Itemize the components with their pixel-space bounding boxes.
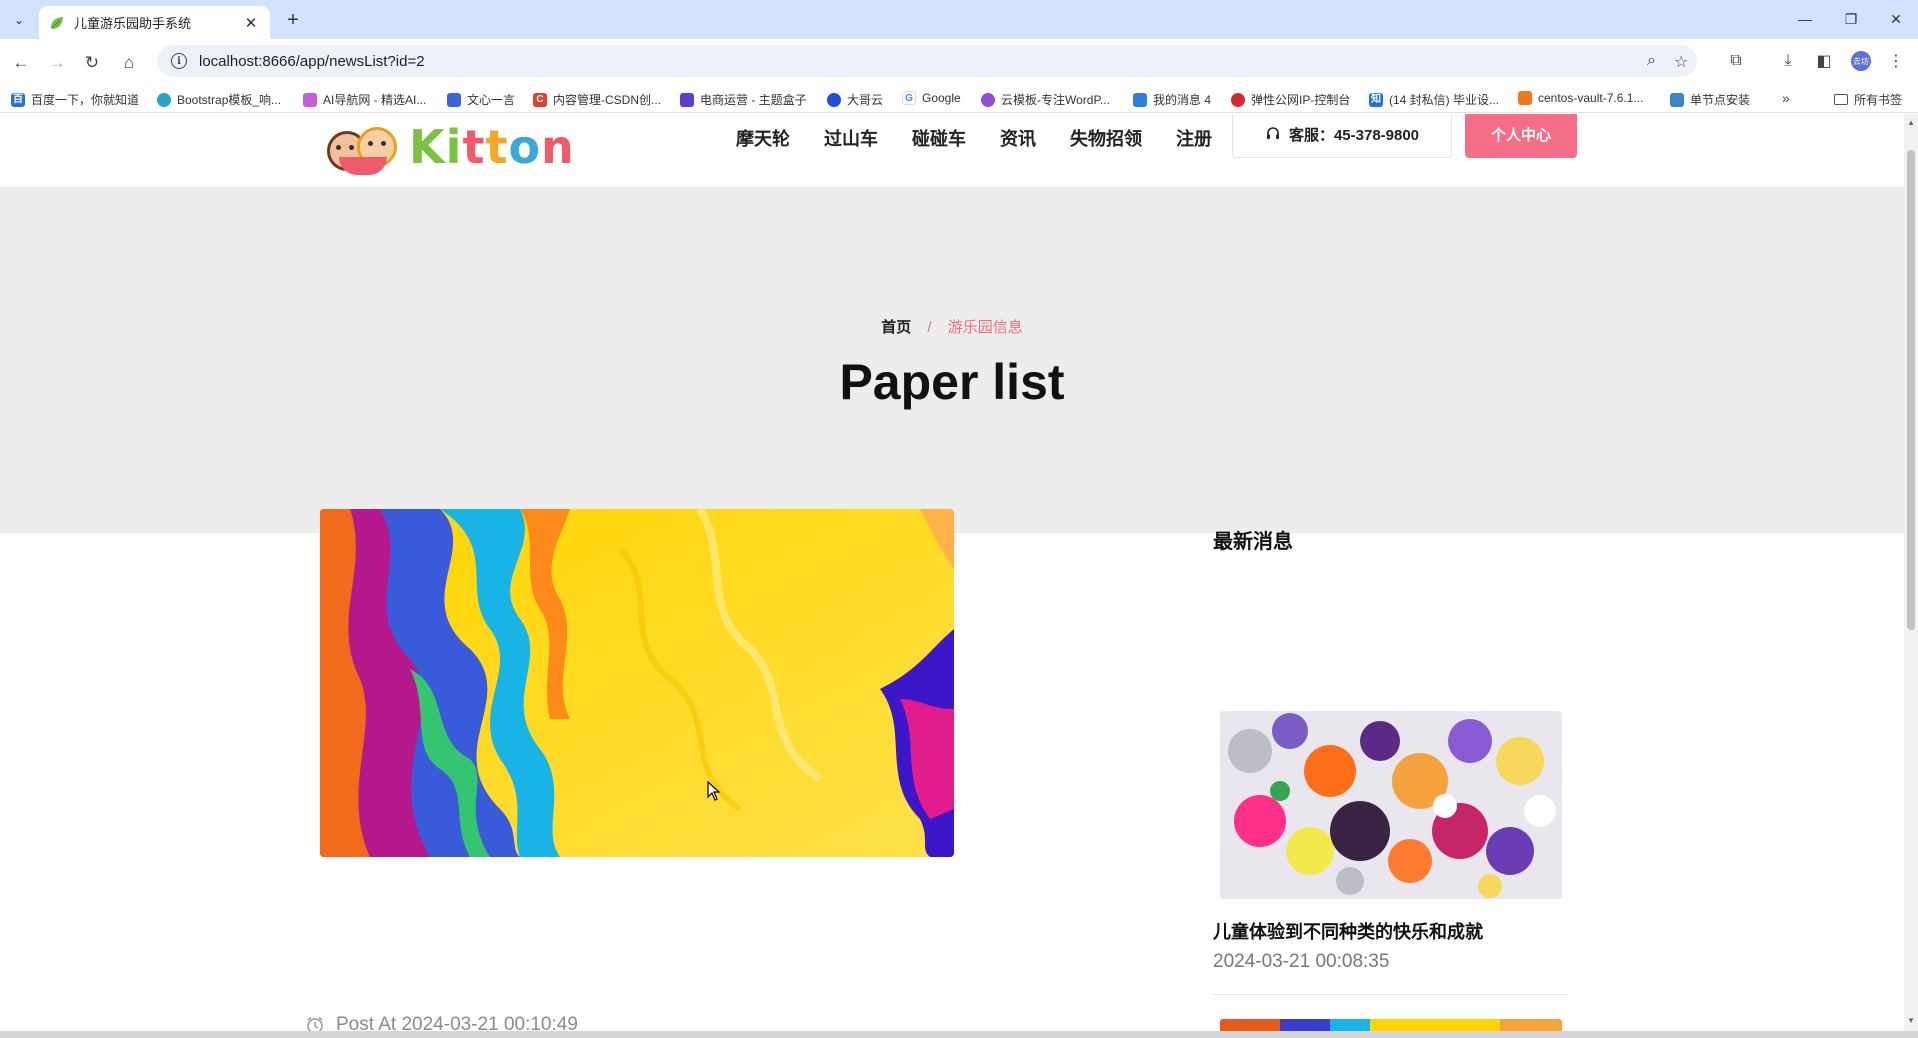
tab-search-icon[interactable]: ⌄ — [8, 9, 30, 31]
breadcrumb-separator: / — [927, 319, 932, 336]
layers-icon — [1670, 92, 1684, 107]
bookmark-item[interactable]: 我的消息 4 — [1133, 91, 1211, 108]
scroll-up-icon[interactable]: ▲ — [1906, 118, 1916, 128]
user-center-button[interactable]: 个人中心 — [1465, 114, 1577, 158]
wenxin-icon — [447, 92, 461, 107]
breadcrumb: 首页 / 游乐园信息 — [0, 316, 1904, 337]
huawei-icon — [1231, 92, 1245, 107]
browser-tab-active[interactable]: 儿童游乐园助手系统 ✕ — [39, 6, 270, 39]
theme-box-icon — [680, 92, 694, 107]
window-bottom-edge — [0, 1031, 1918, 1038]
bookmark-item[interactable]: G Google — [902, 91, 961, 105]
dage-cloud-icon — [827, 92, 841, 107]
bootstrap-icon — [157, 92, 171, 107]
leaf-favicon-icon — [51, 16, 63, 29]
extensions-icon[interactable]: ⧉ — [1725, 50, 1747, 72]
forward-icon[interactable]: → — [44, 50, 70, 76]
side-panel-icon[interactable]: ◧ — [1813, 50, 1835, 72]
folder-icon — [1834, 94, 1848, 105]
paint-splatter-image — [1220, 711, 1562, 899]
bilibili-icon — [1133, 92, 1147, 107]
bookmark-item[interactable]: 弹性公网IP-控制台 — [1231, 91, 1350, 108]
site-header: Kitton 摩天轮 过山车 碰碰车 资讯 失物招领 注册 客服：45-378-… — [0, 114, 1904, 187]
logo-text: Kitton — [409, 120, 575, 174]
restore-window-icon[interactable]: ❐ — [1836, 7, 1866, 31]
nav-lost-found[interactable]: 失物招领 — [1070, 124, 1142, 154]
aliyun-icon — [1518, 91, 1532, 105]
headset-icon — [1266, 127, 1279, 139]
ai-nav-icon — [303, 92, 317, 107]
scroll-down-icon[interactable]: ▼ — [1906, 1016, 1916, 1026]
news-divider — [1213, 994, 1568, 995]
url-text[interactable]: localhost:8666/app/newsList?id=2 — [199, 53, 425, 70]
nav-register[interactable]: 注册 — [1176, 124, 1212, 154]
bookmark-item[interactable]: 云模板-专注WordP... — [981, 91, 1110, 108]
zhihu-icon: 知 — [1369, 92, 1383, 107]
news-item-title[interactable]: 儿童体验到不同种类的快乐和成就 — [1213, 918, 1483, 944]
more-bookmarks-icon[interactable]: » — [1782, 90, 1790, 106]
browser-tabbar: ⌄ 儿童游乐园助手系统 ✕ + — ❐ ✕ — [0, 0, 1918, 39]
site-info-icon[interactable]: i — [171, 53, 187, 69]
bookmark-item[interactable]: C 内容管理-CSDN创... — [533, 91, 661, 108]
new-tab-button[interactable]: + — [281, 8, 305, 32]
csdn-icon: C — [533, 92, 547, 107]
site-logo[interactable]: Kitton — [323, 117, 575, 177]
news-thumbnail[interactable] — [1220, 711, 1562, 899]
breadcrumb-home[interactable]: 首页 — [881, 319, 911, 336]
bookmark-item[interactable]: 单节点安装 — [1670, 91, 1750, 108]
download-icon[interactable]: ⤓ — [1777, 50, 1799, 72]
clock-icon — [307, 1016, 323, 1031]
news-item-date: 2024-03-21 00:08:35 — [1213, 951, 1390, 972]
reload-icon[interactable]: ↻ — [79, 50, 105, 76]
breadcrumb-current: 游乐园信息 — [947, 319, 1023, 336]
nav-bumper-cars[interactable]: 碰碰车 — [912, 124, 966, 154]
nav-ferris-wheel[interactable]: 摩天轮 — [736, 124, 790, 154]
scrollbar-thumb[interactable] — [1907, 150, 1915, 630]
post-date-text: Post At 2024-03-21 00:10:49 — [336, 1014, 578, 1031]
cloud-template-icon — [981, 92, 995, 107]
bookmark-item[interactable]: Bootstrap模板_响... — [157, 91, 281, 108]
post-image[interactable] — [320, 509, 954, 857]
page-title: Paper list — [839, 354, 1065, 410]
mouse-cursor-icon — [707, 781, 721, 801]
home-icon[interactable]: ⌂ — [116, 50, 142, 76]
page-hero: 首页 / 游乐园信息 Paper list — [0, 187, 1904, 533]
colorful-image — [1220, 1019, 1562, 1031]
bookmark-item[interactable]: 百百度一下，你就知道 — [11, 91, 139, 108]
baidu-icon: 百 — [11, 92, 25, 107]
bookmark-item[interactable]: centos-vault-7.6.1... — [1518, 91, 1643, 105]
tab-close-icon[interactable]: ✕ — [242, 14, 260, 32]
back-icon[interactable]: ← — [8, 50, 34, 76]
hotline-box[interactable]: 客服：45-378-9800 — [1232, 114, 1452, 158]
all-bookmarks-folder[interactable]: 所有书签 — [1834, 91, 1902, 108]
latest-news-title: 最新消息 — [1213, 531, 1293, 553]
nav-roller-coaster[interactable]: 过山车 — [824, 124, 878, 154]
bookmark-item[interactable]: AI导航网 - 精选AI... — [303, 91, 426, 108]
minimize-window-icon[interactable]: — — [1790, 7, 1820, 31]
menu-kebab-icon[interactable]: ⋮ — [1885, 50, 1907, 72]
news-thumbnail-second[interactable] — [1220, 1019, 1562, 1031]
main-nav: 摩天轮 过山车 碰碰车 资讯 失物招领 注册 — [736, 124, 1246, 154]
nav-news[interactable]: 资讯 — [1000, 124, 1036, 154]
page-viewport: Kitton 摩天轮 过山车 碰碰车 资讯 失物招领 注册 客服：45-378-… — [0, 114, 1904, 1031]
close-window-icon[interactable]: ✕ — [1881, 7, 1911, 31]
tab-title: 儿童游乐园助手系统 — [74, 16, 192, 31]
post-meta: Post At 2024-03-21 00:10:49 — [306, 1014, 578, 1031]
address-bar[interactable]: i localhost:8666/app/newsList?id=2 ⌕ ☆ — [157, 45, 1697, 77]
profile-avatar[interactable]: 去坊 — [1851, 51, 1871, 71]
kids-faces-logo-icon — [323, 117, 403, 177]
google-icon: G — [902, 91, 916, 105]
page-scrollbar[interactable]: ▲ ▼ — [1904, 114, 1918, 1031]
hotline-text: 客服：45-378-9800 — [1288, 126, 1420, 144]
bookmarks-bar: 百百度一下，你就知道 Bootstrap模板_响... AI导航网 - 精选AI… — [0, 85, 1918, 113]
bookmark-star-icon[interactable]: ☆ — [1674, 52, 1688, 72]
bookmark-item[interactable]: 大哥云 — [827, 91, 883, 108]
bookmark-item[interactable]: 文心一言 — [447, 91, 515, 108]
zoom-icon[interactable]: ⌕ — [1647, 52, 1656, 70]
fluid-art-image — [320, 509, 954, 857]
bookmark-item[interactable]: 知 (14 封私信) 毕业设... — [1369, 91, 1499, 108]
bookmark-item[interactable]: 电商运营 - 主题盒子 — [680, 91, 807, 108]
